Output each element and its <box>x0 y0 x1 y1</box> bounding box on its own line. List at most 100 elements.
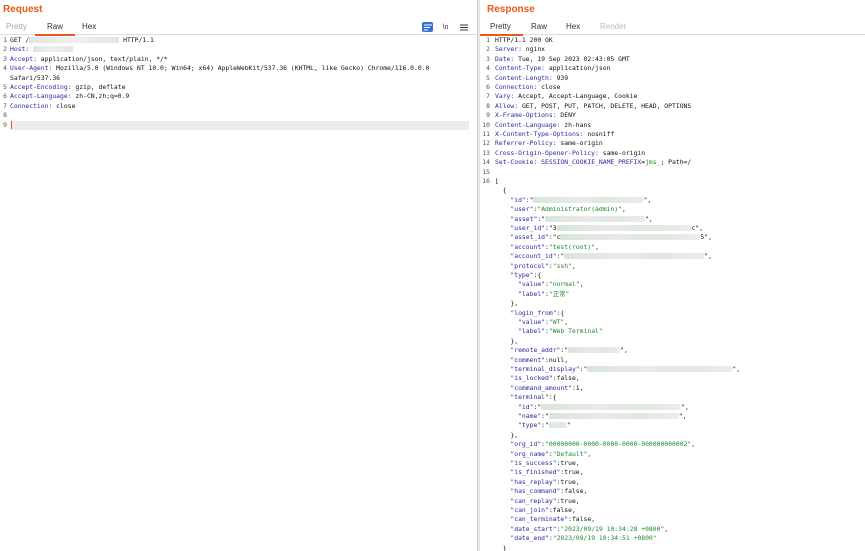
show-newlines-button[interactable]: \n <box>440 22 451 32</box>
code-key: Connection: <box>10 101 53 110</box>
code-text: :false, <box>552 374 580 383</box>
line-code: Connection: close <box>10 102 75 111</box>
line-code: "terminal":{ <box>495 393 556 402</box>
code-key: "can_join" <box>495 506 549 514</box>
code-text: application/json, text/plain, */* <box>36 54 168 63</box>
line-number: 13 <box>482 148 490 157</box>
code-text: , <box>587 449 592 458</box>
code-key: "account_id" <box>495 252 557 261</box>
code-text: zh-hans <box>560 120 592 129</box>
code-key: "has_replay" <box>495 477 557 486</box>
code-text: { <box>495 186 507 195</box>
redacted-value <box>533 196 644 203</box>
line-code: Connection: close <box>495 83 560 92</box>
code-key: "user_id" <box>495 224 546 232</box>
code-key: Connection: <box>495 83 538 91</box>
request-line: 2 Host: <box>0 45 477 54</box>
code-text: , <box>595 242 599 251</box>
request-line: Safari/537.36 <box>0 74 477 83</box>
response-line: } <box>480 544 865 551</box>
code-text: DENY <box>556 111 576 120</box>
code-text: :" <box>560 346 569 355</box>
code-text: close <box>52 101 76 110</box>
code-text: same-origin <box>598 148 646 157</box>
request-tab-raw[interactable]: Raw <box>34 22 76 36</box>
menu-button[interactable] <box>458 22 469 32</box>
request-editor[interactable]: 1 GET / HTTP/1.1 2 Host: 3 Accept: applicati… <box>0 36 477 551</box>
line-code: "date_end":"2023/09/19 10:34:51 +0800" <box>495 534 656 543</box>
response-tab-pretty[interactable]: Pretty <box>480 22 523 36</box>
code-text: zh-CN,zh;q=0.9 <box>71 92 130 101</box>
code-key: "id" <box>495 195 526 204</box>
line-code: "login_from":{ <box>495 309 564 318</box>
code-key: Referrer-Policy: <box>495 139 557 148</box>
code-text: :true, <box>556 496 580 505</box>
code-key: "can_replay" <box>495 496 557 505</box>
line-code: "remote_addr":" ", <box>495 346 628 355</box>
response-line: 6 Connection: close <box>480 83 865 92</box>
line-code: X-Frame-Options: DENY <box>495 111 576 120</box>
code-text: HTTP/1.1 <box>119 36 154 44</box>
response-line: 5 Content-Length: 939 <box>480 74 865 83</box>
response-line: "has_replay":true, <box>480 478 865 487</box>
code-string: "test(root)" <box>548 242 596 251</box>
line-number: 5 <box>486 73 490 82</box>
response-line: "org_name":"Default", <box>480 450 865 459</box>
response-editor[interactable]: 1 HTTP/1.1 200 OK 2 Server: nginx 3 Date: Tue… <box>480 36 865 551</box>
code-key: "is_success" <box>495 459 557 467</box>
line-number: 1 <box>486 36 490 44</box>
line-code: } <box>495 544 507 551</box>
code-string: "WT" <box>548 318 565 326</box>
code-key: Cross-Origin-Opener-Policy: <box>495 148 599 157</box>
response-tab-raw[interactable]: Raw <box>531 22 547 31</box>
code-key: Accept-Encoding: <box>10 83 72 91</box>
request-tab-hex[interactable]: Hex <box>82 22 96 31</box>
redacted-value <box>548 413 679 419</box>
response-line: "id":" ", <box>480 403 865 412</box>
code-text: :" <box>533 402 542 411</box>
code-key: "value" <box>495 318 546 326</box>
line-code: "org_id":"00000000-0000-0000-0000-000000… <box>495 440 695 449</box>
wrap-lines-button[interactable] <box>422 22 433 32</box>
line-code: "id":" ", <box>495 403 689 412</box>
code-text: ", <box>620 346 628 355</box>
code-key: "label" <box>495 289 546 298</box>
code-key: "has_command" <box>495 487 561 496</box>
line-number: 12 <box>482 139 490 148</box>
line-number: 3 <box>3 54 7 63</box>
request-line: 1 GET / HTTP/1.1 <box>0 36 477 45</box>
code-text: :" <box>525 195 534 204</box>
response-line: "account":"test(root)", <box>480 243 865 252</box>
code-key: Content-Type: <box>495 64 546 73</box>
code-key: "label" <box>495 327 546 336</box>
code-key: "is_locked" <box>495 374 553 383</box>
code-text: close <box>537 83 561 91</box>
line-code: Server: nginx <box>495 45 545 54</box>
code-string: "ssh" <box>552 261 572 270</box>
request-line: 5 Accept-Encoding: gzip, deflate <box>0 83 477 92</box>
request-line: 6 Accept-Language: zh-CN,zh;q=0.9 <box>0 92 477 101</box>
code-text: gzip, deflate <box>71 83 126 91</box>
line-code: "user":"Administrator(admin)", <box>495 205 625 214</box>
response-tab-hex[interactable]: Hex <box>566 22 580 31</box>
response-line: "asset":" ", <box>480 215 865 224</box>
code-key: "date_end" <box>495 534 549 543</box>
response-line: "account_id":" ", <box>480 252 865 261</box>
line-number: 6 <box>486 83 490 91</box>
line-code: [ <box>495 177 499 186</box>
request-tab-pretty[interactable]: Pretty <box>6 22 27 31</box>
response-line: "can_replay":true, <box>480 497 865 506</box>
response-tab-bar: Pretty Raw Hex Render <box>480 19 865 36</box>
response-tab-render[interactable]: Render <box>600 22 626 31</box>
response-line: "protocol":"ssh", <box>480 262 865 271</box>
code-text: :" <box>537 214 546 223</box>
code-key: "org_name" <box>495 449 549 458</box>
code-key: "date_start" <box>495 524 557 533</box>
code-string: "Default" <box>552 449 588 458</box>
line-number: 14 <box>482 158 490 167</box>
code-key: "can_terminate" <box>495 515 569 524</box>
code-text: 5", <box>700 233 712 242</box>
line-code: "can_join":false, <box>495 506 575 515</box>
response-line: "can_terminate":false, <box>480 515 865 524</box>
line-code: "protocol":"ssh", <box>495 261 575 271</box>
